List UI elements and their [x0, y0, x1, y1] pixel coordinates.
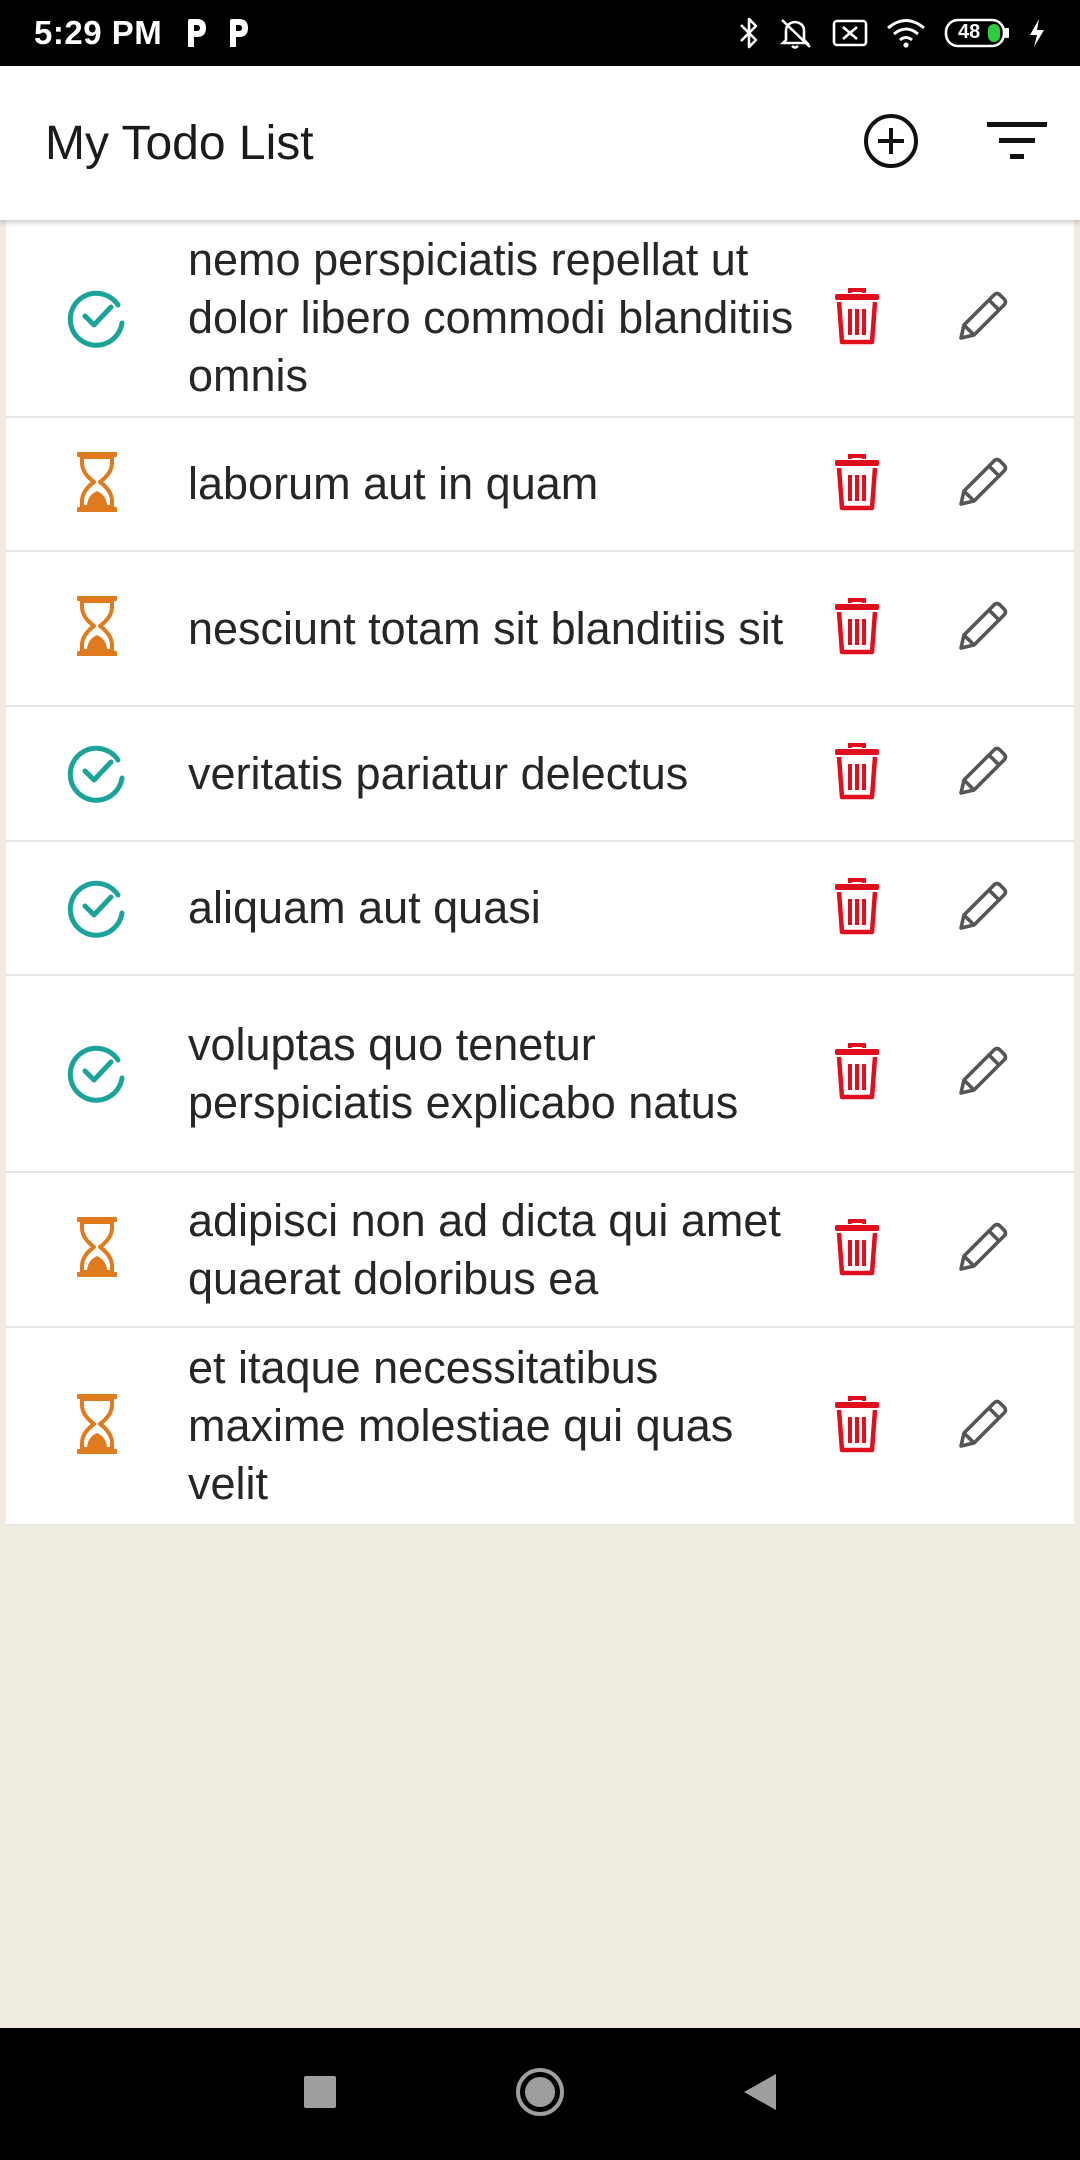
charging-icon — [1028, 18, 1046, 48]
pencil-icon — [956, 1397, 1010, 1456]
battery-icon: 48 — [944, 17, 1010, 49]
back-triangle-icon — [742, 2072, 778, 2117]
recents-square-icon — [302, 2074, 338, 2115]
navigation-bar — [0, 2028, 1080, 2160]
status-bar: 5:29 PM 48 — [0, 0, 1080, 66]
add-todo-button[interactable] — [828, 80, 954, 206]
todo-status-button[interactable] — [6, 1214, 188, 1285]
wifi-icon — [886, 18, 926, 48]
todo-status-button[interactable] — [6, 738, 188, 809]
check-circle-icon — [64, 283, 130, 354]
delete-todo-button[interactable] — [794, 268, 920, 368]
todo-text: aliquam aut quasi — [188, 882, 541, 933]
trash-icon — [833, 1042, 881, 1105]
trash-icon — [833, 742, 881, 805]
hourglass-icon — [74, 1214, 120, 1285]
todo-row[interactable]: nemo perspiciatis repellat ut dolor libe… — [6, 220, 1074, 418]
delete-todo-button[interactable] — [794, 1200, 920, 1300]
delete-todo-button[interactable] — [794, 858, 920, 958]
app-bar: My Todo List — [0, 66, 1080, 220]
status-system-icons: 48 — [738, 16, 1046, 50]
delete-todo-button[interactable] — [794, 724, 920, 824]
sim-off-icon — [832, 18, 868, 48]
pencil-icon — [956, 1044, 1010, 1103]
delete-todo-button[interactable] — [794, 579, 920, 679]
todo-row[interactable]: nesciunt totam sit blanditiis sit — [6, 552, 1074, 707]
edit-todo-button[interactable] — [920, 268, 1046, 368]
trash-icon — [833, 1218, 881, 1281]
check-circle-icon — [64, 738, 130, 809]
home-circle-icon — [514, 2066, 566, 2123]
todo-status-button[interactable] — [6, 283, 188, 354]
todo-text: adipisci non ad dicta qui amet quaerat d… — [188, 1194, 781, 1304]
edit-todo-button[interactable] — [920, 1200, 1046, 1300]
trash-icon — [833, 453, 881, 516]
todo-row[interactable]: aliquam aut quasi — [6, 842, 1074, 976]
todo-row[interactable]: voluptas quo tenetur perspiciatis explic… — [6, 976, 1074, 1173]
todo-status-button[interactable] — [6, 449, 188, 520]
filter-button[interactable] — [954, 80, 1080, 206]
parking-p-icon — [226, 17, 250, 49]
page-title: My Todo List — [45, 116, 314, 170]
delete-todo-button[interactable] — [794, 434, 920, 534]
todo-row[interactable]: et itaque necessitatibus maxime molestia… — [6, 1328, 1074, 1526]
pencil-icon — [956, 289, 1010, 348]
delete-todo-button[interactable] — [794, 1376, 920, 1476]
battery-level: 48 — [958, 21, 981, 43]
recents-button[interactable] — [210, 2028, 430, 2160]
todo-text: nesciunt totam sit blanditiis sit — [188, 602, 784, 654]
delete-todo-button[interactable] — [794, 1024, 920, 1124]
edit-todo-button[interactable] — [920, 434, 1046, 534]
pencil-icon — [956, 879, 1010, 938]
filter-icon — [985, 119, 1049, 168]
edit-todo-button[interactable] — [920, 1376, 1046, 1476]
pencil-icon — [956, 744, 1010, 803]
bluetooth-icon — [738, 16, 760, 50]
edit-todo-button[interactable] — [920, 858, 1046, 958]
edit-todo-button[interactable] — [920, 579, 1046, 679]
status-time: 5:29 PM — [34, 14, 163, 51]
trash-icon — [833, 597, 881, 660]
pencil-icon — [956, 455, 1010, 514]
todo-status-button[interactable] — [6, 873, 188, 944]
app-bar-actions — [828, 66, 1080, 220]
check-circle-icon — [64, 1038, 130, 1109]
todo-row[interactable]: laborum aut in quam — [6, 418, 1074, 552]
hourglass-icon — [74, 1391, 120, 1462]
trash-icon — [833, 1395, 881, 1458]
hourglass-icon — [74, 593, 120, 664]
todo-status-button[interactable] — [6, 1038, 188, 1109]
pencil-icon — [956, 599, 1010, 658]
todo-list: nemo perspiciatis repellat ut dolor libe… — [6, 220, 1074, 1526]
add-circle-icon — [862, 112, 920, 175]
mute-icon — [778, 16, 814, 50]
trash-icon — [833, 877, 881, 940]
todo-row[interactable]: adipisci non ad dicta qui amet quaerat d… — [6, 1173, 1074, 1328]
todo-list-container[interactable]: nemo perspiciatis repellat ut dolor libe… — [0, 220, 1080, 2028]
todo-text: laborum aut in quam — [188, 458, 599, 509]
todo-text: voluptas quo tenetur perspiciatis explic… — [188, 1018, 739, 1128]
todo-text: veritatis pariatur delectus — [188, 747, 689, 799]
todo-text: et itaque necessitatibus maxime molestia… — [188, 1342, 734, 1509]
todo-status-button[interactable] — [6, 593, 188, 664]
back-button[interactable] — [650, 2028, 870, 2160]
home-button[interactable] — [430, 2028, 650, 2160]
trash-icon — [833, 287, 881, 350]
pencil-icon — [956, 1220, 1010, 1279]
parking-p-icon — [184, 17, 208, 49]
edit-todo-button[interactable] — [920, 1024, 1046, 1124]
status-notification-icons — [184, 17, 250, 49]
edit-todo-button[interactable] — [920, 724, 1046, 824]
hourglass-icon — [74, 449, 120, 520]
todo-text: nemo perspiciatis repellat ut dolor libe… — [188, 234, 794, 401]
check-circle-icon — [64, 873, 130, 944]
todo-row[interactable]: veritatis pariatur delectus — [6, 707, 1074, 842]
todo-status-button[interactable] — [6, 1391, 188, 1462]
